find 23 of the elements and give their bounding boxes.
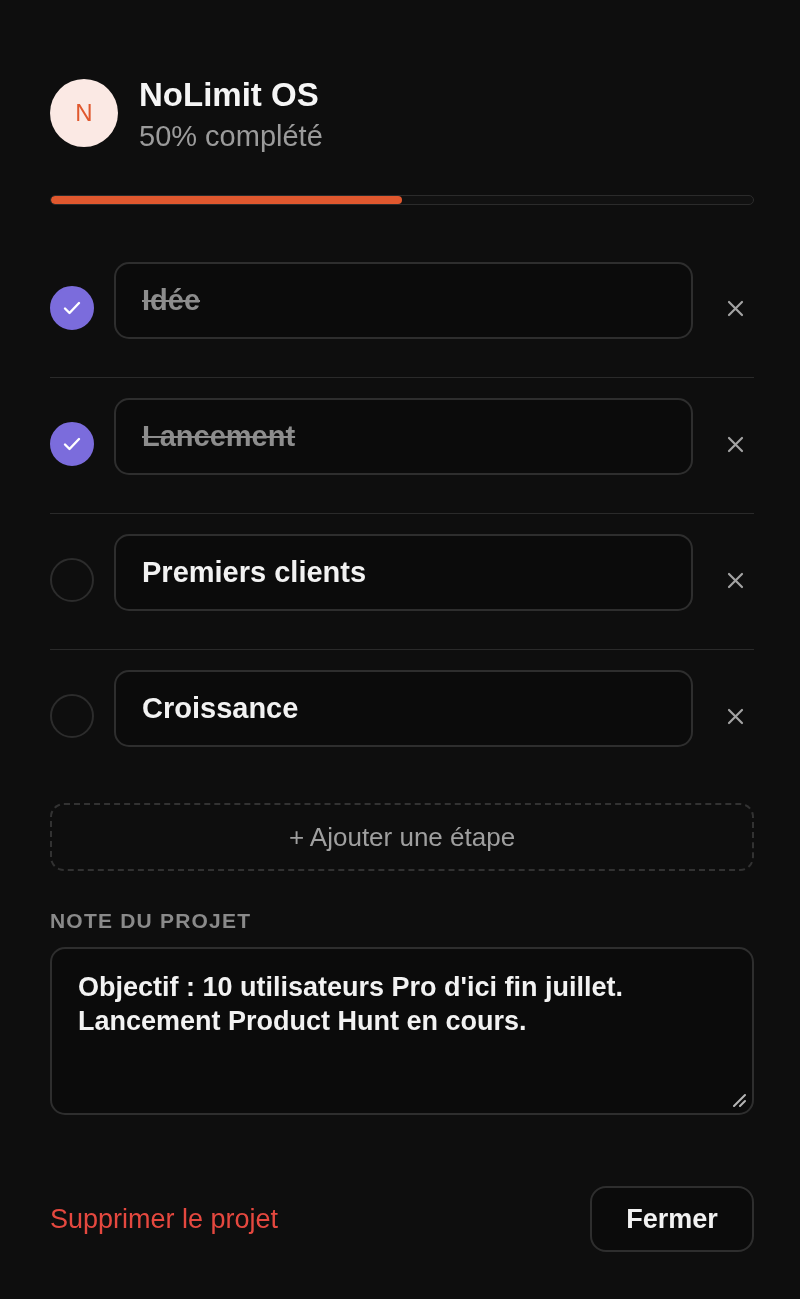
step-name-field[interactable]: Croissance — [114, 670, 693, 747]
delete-project-link[interactable]: Supprimer le projet — [50, 1203, 279, 1235]
checkmark-icon — [63, 437, 81, 451]
note-field[interactable]: Objectif : 10 utilisateurs Pro d'ici fin juillet. Lancement Product Hunt en cours. — [50, 947, 754, 1115]
checkmark-icon — [63, 301, 81, 315]
close-button[interactable]: Fermer — [590, 1186, 754, 1252]
step-name-field[interactable]: Lancement — [114, 398, 693, 475]
step-name-field[interactable]: Premiers clients — [114, 534, 693, 611]
close-icon[interactable] — [727, 436, 744, 453]
step-checkbox[interactable] — [50, 286, 94, 330]
step-checkbox[interactable] — [50, 694, 94, 738]
close-icon[interactable] — [727, 572, 744, 589]
avatar: N — [50, 79, 118, 147]
project-title: NoLimit OS — [139, 75, 319, 115]
resize-grip-icon[interactable] — [732, 1093, 746, 1107]
step-checkbox[interactable] — [50, 422, 94, 466]
progress-text: 50% complété — [139, 119, 323, 154]
step-checkbox[interactable] — [50, 558, 94, 602]
close-icon[interactable] — [727, 708, 744, 725]
step-name-field[interactable]: Idée — [114, 262, 693, 339]
section-label: NOTE DU PROJET — [50, 909, 253, 933]
close-icon[interactable] — [727, 300, 744, 317]
add-step-button[interactable]: + Ajouter une étape — [50, 803, 754, 871]
